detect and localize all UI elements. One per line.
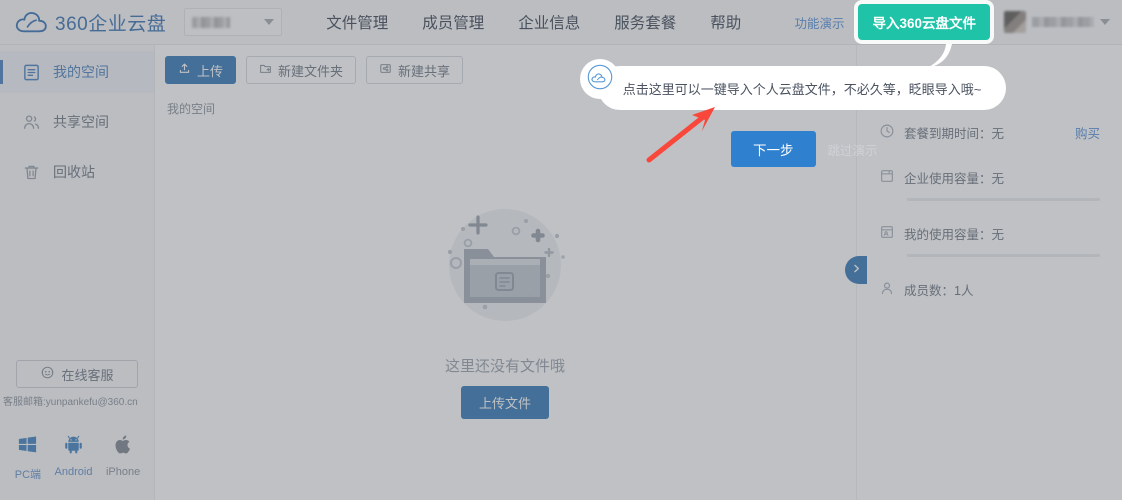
- tour-tooltip: 点击这里可以一键导入个人云盘文件，不必久等，眨眼导入哦~: [598, 66, 1006, 110]
- tour-actions: 下一步 跳过演示: [731, 131, 878, 167]
- tour-highlight-notch: [918, 44, 952, 68]
- import-cloud-files-button[interactable]: 导入360云盘文件: [858, 4, 990, 40]
- tour-tooltip-text: 点击这里可以一键导入个人云盘文件，不必久等，眨眼导入哦~: [622, 81, 982, 97]
- app-root: 360企业云盘 文件管理 成员管理 企业信息 服务套餐 帮助 功能演示 导入36…: [0, 0, 1122, 500]
- red-arrow-icon: [645, 105, 725, 163]
- tour-mascot: [580, 59, 620, 99]
- cloud-mascot-icon: [586, 63, 614, 96]
- tour-skip-button[interactable]: 跳过演示: [828, 140, 878, 159]
- tour-next-button[interactable]: 下一步: [731, 131, 816, 167]
